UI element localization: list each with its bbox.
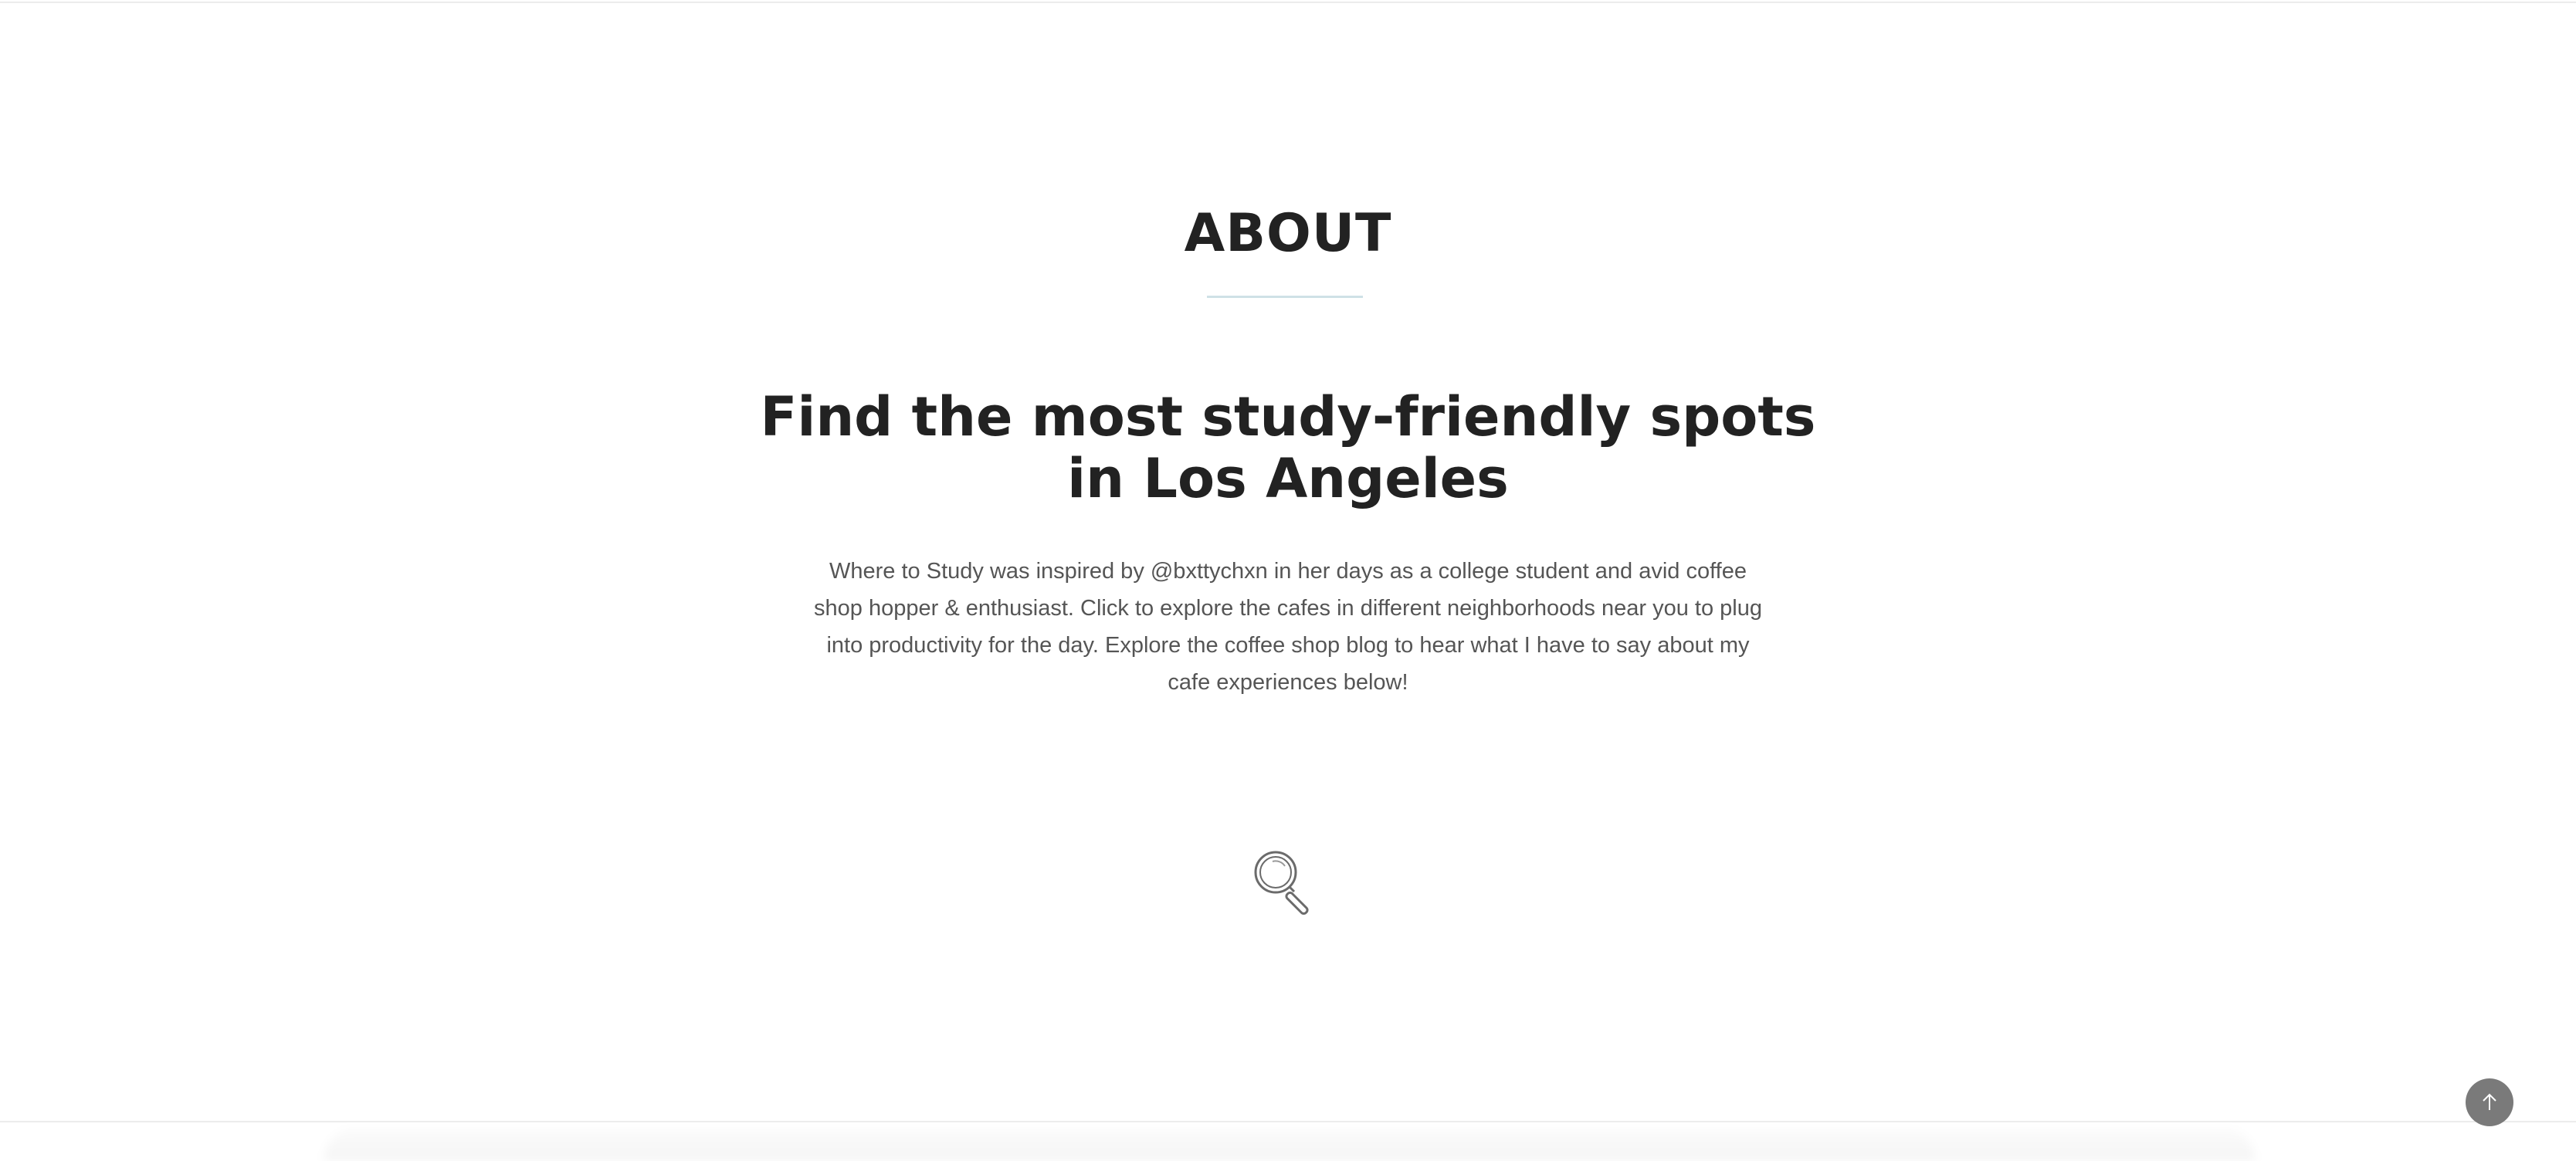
top-divider <box>0 2 2576 3</box>
headline: Find the most study-friendly spots in Lo… <box>760 385 1816 510</box>
bottom-divider <box>0 1121 2576 1122</box>
section-title: ABOUT <box>1184 203 1392 264</box>
arrow-up-icon <box>2483 1093 2496 1110</box>
intro-paragraph: Where to Study was inspired by @bxttychx… <box>814 559 1762 695</box>
title-underline <box>1207 296 1363 298</box>
magnifying-glass-icon[interactable] <box>1249 848 1327 925</box>
footer-shadow <box>324 1129 2255 1161</box>
page: ABOUT Find the most study-friendly spots… <box>0 0 2576 1161</box>
back-to-top-button[interactable] <box>2466 1078 2513 1126</box>
